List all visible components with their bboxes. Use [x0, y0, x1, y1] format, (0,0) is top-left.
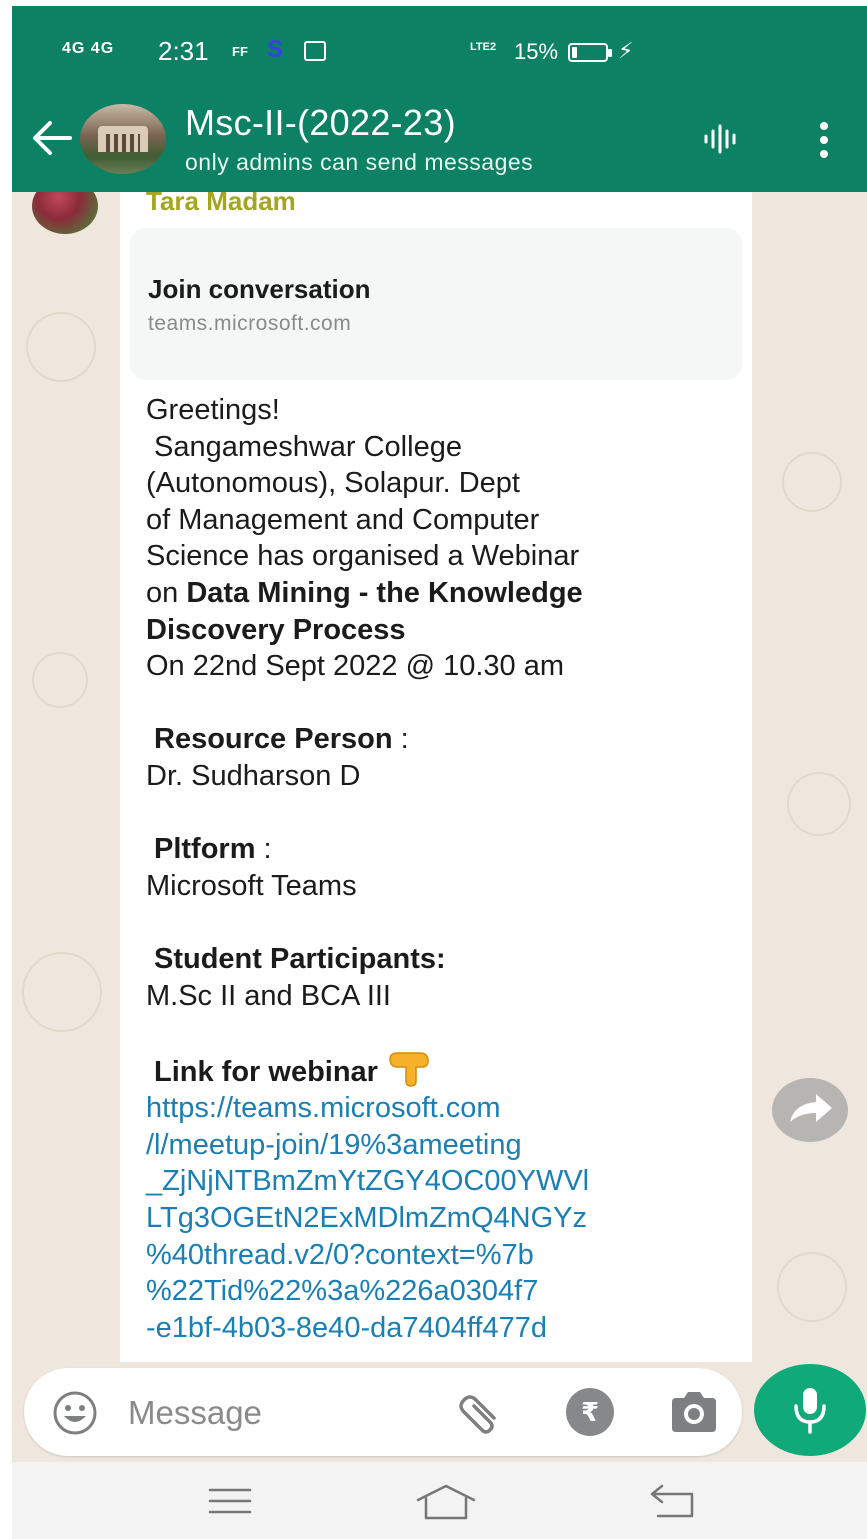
more-vert-icon[interactable] — [812, 120, 836, 160]
wallpaper-doodle — [26, 312, 96, 382]
webinar-url-line[interactable]: /l/meetup-join/19%3ameeting — [146, 1127, 736, 1164]
topic-line: Discovery Process — [146, 612, 736, 649]
webinar-url-line[interactable]: %40thread.v2/0?context=%7b — [146, 1237, 736, 1274]
system-nav-bar — [12, 1462, 867, 1539]
link-preview-title: Join conversation — [148, 274, 371, 304]
nav-back-icon[interactable] — [648, 1482, 696, 1520]
wallpaper-doodle — [787, 772, 851, 836]
message-compose-box[interactable]: ₹ — [24, 1368, 742, 1456]
topic-bold: Discovery Process — [146, 613, 406, 646]
participants-label: Student Participants: — [154, 942, 446, 975]
chat-area[interactable]: Tara Madam Join conversation teams.micro… — [12, 192, 867, 1362]
sender-avatar[interactable] — [32, 192, 98, 234]
forward-icon — [790, 1094, 832, 1122]
battery-icon — [568, 43, 612, 62]
emoji-icon[interactable] — [52, 1390, 98, 1436]
mic-icon — [794, 1388, 826, 1434]
gallery-notification-icon — [304, 41, 326, 61]
message-line: of Management and Computer — [146, 503, 540, 536]
ff-indicator: FF — [232, 44, 248, 59]
paperclip-icon[interactable] — [454, 1388, 506, 1436]
group-avatar[interactable] — [80, 104, 166, 174]
message-bubble[interactable]: Tara Madam Join conversation teams.micro… — [120, 192, 752, 1362]
status-bar: 4G 4G 2:31 FF S LTE2 15% ⚡︎ — [12, 6, 867, 96]
battery-percentage: 15% — [514, 39, 559, 64]
platform-line: Pltform : — [146, 831, 736, 868]
resource-value: Dr. Sudharson D — [146, 759, 361, 792]
resource-label: Resource Person — [154, 723, 393, 756]
charging-bolt-icon: ⚡︎ — [618, 38, 634, 63]
link-label-line: Link for webinar — [146, 1051, 736, 1091]
message-input[interactable] — [128, 1388, 428, 1438]
greeting-line: Greetings! — [146, 394, 280, 426]
wallpaper-doodle — [32, 652, 88, 708]
platform-sep: : — [255, 833, 272, 866]
topic-prefix: on — [146, 576, 187, 609]
participants-value: M.Sc II and BCA III — [146, 979, 391, 1012]
wallpaper-doodle — [782, 452, 842, 512]
topic-bold: Data Mining - the Knowledge — [186, 576, 583, 609]
webinar-url-line[interactable]: https://teams.microsoft.com — [146, 1090, 736, 1127]
arrow-left-icon[interactable] — [30, 118, 74, 158]
battery-fill — [572, 47, 577, 58]
link-preview-card[interactable]: Join conversation teams.microsoft.com — [130, 228, 742, 380]
volte-indicator: LTE2 — [470, 41, 497, 53]
link-preview-domain: teams.microsoft.com — [148, 312, 352, 335]
s-app-icon: S — [267, 36, 284, 63]
input-bar: ₹ — [12, 1362, 867, 1462]
message-text: Greetings! Sangameshwar College (Autonom… — [146, 392, 736, 1346]
message-line: (Autonomous), Solapur. Dept — [146, 467, 520, 500]
forward-button[interactable] — [772, 1078, 848, 1142]
link-label: Link for webinar — [154, 1055, 378, 1088]
webinar-url-line[interactable]: _ZjNjNTBmZmYtZGY4OC00YWVl — [146, 1163, 736, 1200]
voice-record-button[interactable] — [754, 1364, 866, 1456]
platform-value: Microsoft Teams — [146, 869, 357, 902]
participants-line: Student Participants: — [146, 941, 736, 978]
webinar-url-line[interactable]: LTg3OGEtN2ExMDlmZmQ4NGYz — [146, 1200, 736, 1237]
message-line: Sangameshwar College — [146, 430, 462, 463]
recent-apps-icon[interactable] — [208, 1486, 252, 1516]
voice-wave-icon[interactable] — [702, 124, 742, 154]
pointing-down-emoji-icon — [389, 1051, 429, 1087]
group-subtitle[interactable]: only admins can send messages — [185, 149, 533, 176]
wallpaper-doodle — [777, 1252, 847, 1322]
resource-sep: : — [392, 723, 409, 756]
webinar-url-line[interactable]: -e1bf-4b03-8e40-da7404ff477d — [146, 1310, 736, 1347]
status-time: 2:31 — [158, 36, 209, 66]
rupee-icon[interactable]: ₹ — [566, 1388, 614, 1436]
home-icon[interactable] — [414, 1482, 478, 1522]
date-line: On 22nd Sept 2022 @ 10.30 am — [146, 650, 565, 683]
signal-indicator: 4G 4G — [62, 40, 115, 57]
resource-person-line: Resource Person : — [146, 721, 736, 758]
topic-line: on Data Mining - the Knowledge — [146, 575, 736, 612]
top-bar: 4G 4G 2:31 FF S LTE2 15% ⚡︎ Msc-II-(2022… — [12, 6, 867, 192]
message-line: Science has organised a Webinar — [146, 540, 580, 573]
app-frame: 4G 4G 2:31 FF S LTE2 15% ⚡︎ Msc-II-(2022… — [12, 6, 867, 1539]
webinar-url-line[interactable]: %22Tid%22%3a%226a0304f7 — [146, 1273, 736, 1310]
group-title[interactable]: Msc-II-(2022-23) — [185, 102, 456, 144]
wallpaper-doodle — [22, 952, 102, 1032]
platform-label: Pltform — [154, 833, 256, 866]
camera-icon[interactable] — [668, 1390, 720, 1434]
sender-name[interactable]: Tara Madam — [146, 192, 296, 217]
